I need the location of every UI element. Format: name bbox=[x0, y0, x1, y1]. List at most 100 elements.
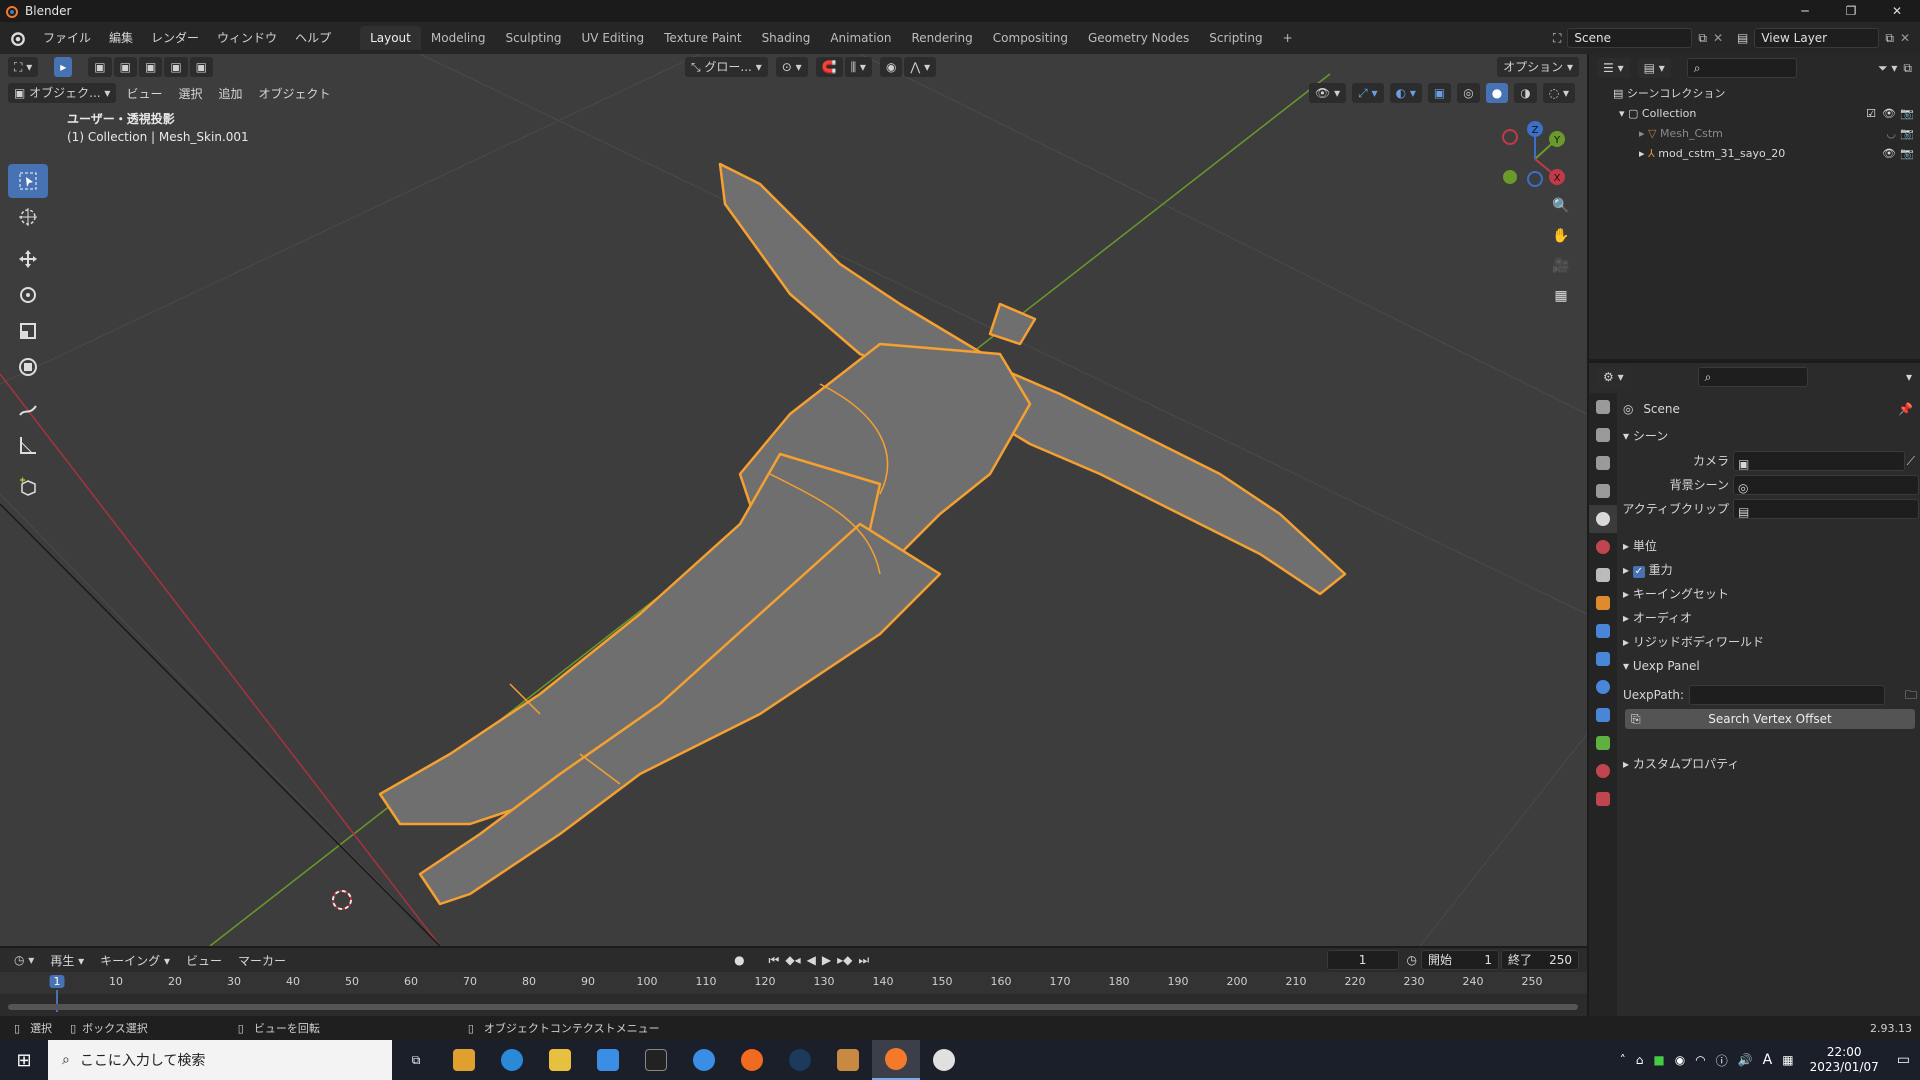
tray-info-icon[interactable]: ⓘ bbox=[1716, 1052, 1728, 1069]
data-tab-icon[interactable] bbox=[1589, 729, 1617, 757]
collection-visibility-icon[interactable]: 👁 bbox=[1882, 104, 1896, 124]
minimize-button[interactable]: ─ bbox=[1782, 0, 1828, 22]
play-icon[interactable]: ▶ bbox=[822, 953, 831, 967]
zoom-icon[interactable]: 🔍 bbox=[1549, 194, 1573, 218]
filter-icon[interactable]: ⏷ ▾ bbox=[1878, 61, 1897, 76]
visibility-icon[interactable]: 👁 ▾ bbox=[1309, 83, 1347, 103]
perspective-toggle-icon[interactable]: ▦ bbox=[1549, 284, 1573, 308]
tool-tab-icon[interactable] bbox=[1589, 393, 1617, 421]
overlay-toggle-icon[interactable]: ◐ ▾ bbox=[1389, 83, 1422, 103]
timeline-ruler[interactable]: 1 10 20 30 40 50 60 70 80 90 100 110 120 130 140 150 160… bbox=[0, 972, 1587, 1012]
jump-keyframe-back-icon[interactable]: ◆◂ bbox=[785, 953, 800, 967]
tray-network-icon[interactable]: ⌂ bbox=[1636, 1053, 1644, 1067]
shading-rendered-icon[interactable]: ◌ ▾ bbox=[1542, 83, 1575, 103]
snap-target-icon[interactable]: ⫼ ▾ bbox=[844, 57, 872, 77]
physics-tab-icon[interactable] bbox=[1589, 673, 1617, 701]
new-collection-icon[interactable]: ⧉ bbox=[1903, 61, 1912, 76]
ime-indicator[interactable]: A bbox=[1763, 1052, 1773, 1068]
viewport-scene[interactable] bbox=[0, 54, 1587, 946]
uexp-path-input[interactable] bbox=[1689, 685, 1885, 705]
camera-field[interactable]: ▣ bbox=[1733, 451, 1905, 471]
volume-icon[interactable]: 🔊 bbox=[1738, 1053, 1753, 1067]
ubisoft-icon[interactable] bbox=[680, 1040, 728, 1080]
pin-icon[interactable]: 📌 bbox=[1898, 397, 1913, 421]
outliner-item-mod-cstm[interactable]: ▸ ⅄ mod_cstm_31_sayo_20 👁 📷 bbox=[1589, 144, 1920, 164]
media-app-icon[interactable] bbox=[440, 1040, 488, 1080]
tray-chevron-icon[interactable]: ˄ bbox=[1620, 1053, 1626, 1067]
mail-icon[interactable] bbox=[584, 1040, 632, 1080]
game-app-icon[interactable] bbox=[824, 1040, 872, 1080]
editor-type-button[interactable]: ⛶ ▾ bbox=[8, 57, 39, 77]
clock[interactable]: 22:00 2023/01/07 bbox=[1810, 1045, 1879, 1075]
mod-cstm-render-icon[interactable]: 📷 bbox=[1900, 144, 1914, 164]
cursor-tool-icon[interactable] bbox=[8, 200, 48, 234]
move-tool-icon[interactable] bbox=[8, 242, 48, 276]
outliner-item-mesh-cstm[interactable]: ▸ ▽ Mesh_Cstm ◡ 📷 bbox=[1589, 124, 1920, 144]
start-frame-field[interactable]: 開始 1 bbox=[1421, 950, 1499, 970]
shading-wireframe-icon[interactable]: ◎ bbox=[1457, 83, 1480, 103]
annotate-tool-icon[interactable] bbox=[8, 392, 48, 426]
task-view-icon[interactable]: ⧉ bbox=[392, 1040, 440, 1080]
proportional-edit-icon[interactable]: ◉ bbox=[879, 57, 903, 77]
blender-menu-icon[interactable] bbox=[10, 30, 26, 46]
paint-app-icon[interactable] bbox=[920, 1040, 968, 1080]
eyedropper-icon[interactable]: ⟋ bbox=[1907, 449, 1915, 473]
timeline-scrollbar[interactable] bbox=[8, 1004, 1578, 1010]
collection-render-icon[interactable]: 📷 bbox=[1900, 104, 1914, 124]
add-workspace-button[interactable]: + bbox=[1273, 26, 1303, 50]
menu-view[interactable]: ビュー bbox=[118, 85, 170, 102]
tray-steam-icon[interactable]: ◉ bbox=[1675, 1053, 1685, 1067]
maximize-button[interactable]: ❐ bbox=[1828, 0, 1874, 22]
tray-app-icon[interactable]: ■ bbox=[1653, 1053, 1664, 1067]
windows-start-icon[interactable]: ⊞ bbox=[0, 1040, 48, 1080]
menu-add[interactable]: 追加 bbox=[210, 85, 250, 102]
tab-scripting[interactable]: Scripting bbox=[1199, 26, 1272, 50]
file-explorer-icon[interactable] bbox=[536, 1040, 584, 1080]
jump-start-icon[interactable]: ⏮ bbox=[769, 953, 780, 968]
taskbar-search-input[interactable]: ⌕ ここに入力して検索 bbox=[48, 1040, 392, 1080]
section-scene[interactable]: ▾ シーン bbox=[1623, 425, 1668, 447]
shading-solid-icon[interactable]: ● bbox=[1485, 83, 1509, 103]
shading-material-icon[interactable]: ◑ bbox=[1514, 83, 1537, 103]
menu-keying[interactable]: キーイング ▾ bbox=[92, 952, 178, 969]
select-box-invert-icon[interactable]: ▣ bbox=[164, 57, 188, 77]
outliner-editor-type-icon[interactable]: ☰ ▾ bbox=[1597, 58, 1630, 78]
jump-end-icon[interactable]: ⏭ bbox=[858, 953, 869, 968]
menu-edit[interactable]: 編集 bbox=[100, 27, 142, 49]
tab-sculpting[interactable]: Sculpting bbox=[495, 26, 571, 50]
select-box-new-icon[interactable]: ▣ bbox=[88, 57, 112, 77]
collection-row[interactable]: ▾ ▢ Collection ☑ 👁 📷 bbox=[1589, 104, 1920, 124]
tab-geometry-nodes[interactable]: Geometry Nodes bbox=[1078, 26, 1199, 50]
menu-window[interactable]: ウィンドウ bbox=[208, 27, 286, 49]
menu-object[interactable]: オブジェクト bbox=[251, 85, 339, 102]
navigation-gizmo[interactable]: Y Z X bbox=[1495, 119, 1575, 199]
new-scene-icon[interactable]: ⧉ bbox=[1698, 31, 1707, 46]
tab-rendering[interactable]: Rendering bbox=[902, 26, 983, 50]
timeline-editor-type-icon[interactable]: ◷ ▾ bbox=[8, 950, 41, 970]
select-box-extend-icon[interactable]: ▣ bbox=[113, 57, 137, 77]
object-tab-icon[interactable] bbox=[1589, 589, 1617, 617]
mesh-cstm-render-icon[interactable]: 📷 bbox=[1900, 124, 1914, 144]
notification-icon[interactable]: ▭ bbox=[1897, 1052, 1910, 1068]
menu-timeline-view[interactable]: ビュー bbox=[178, 952, 230, 969]
section-units[interactable]: ▸ 単位 bbox=[1623, 535, 1657, 557]
view-layer-field[interactable]: View Layer bbox=[1754, 28, 1880, 48]
clock-icon[interactable]: ◷ bbox=[1407, 953, 1417, 967]
output-tab-icon[interactable] bbox=[1589, 449, 1617, 477]
remove-view-layer-icon[interactable]: ✕ bbox=[1900, 31, 1910, 45]
material-tab-icon[interactable] bbox=[1589, 757, 1617, 785]
pan-hand-icon[interactable]: ✋ bbox=[1549, 224, 1573, 248]
3d-cursor[interactable] bbox=[332, 890, 352, 910]
menu-help[interactable]: ヘルプ bbox=[286, 27, 340, 49]
edge-icon[interactable] bbox=[488, 1040, 536, 1080]
properties-options-icon[interactable]: ▾ bbox=[1906, 370, 1912, 384]
select-tool-icon[interactable] bbox=[8, 164, 48, 198]
current-frame-field[interactable]: 1 bbox=[1326, 950, 1399, 970]
collection-checkbox-icon[interactable]: ☑ bbox=[1866, 104, 1876, 124]
blender-taskbar-icon[interactable] bbox=[872, 1040, 920, 1080]
tab-shading[interactable]: Shading bbox=[752, 26, 821, 50]
gravity-checkbox[interactable]: ✓ bbox=[1632, 566, 1645, 578]
epic-games-icon[interactable] bbox=[632, 1040, 680, 1080]
mode-dropdown[interactable]: ▣ オブジェク... ▾ bbox=[8, 83, 117, 103]
mod-cstm-visibility-icon[interactable]: 👁 bbox=[1882, 144, 1896, 164]
